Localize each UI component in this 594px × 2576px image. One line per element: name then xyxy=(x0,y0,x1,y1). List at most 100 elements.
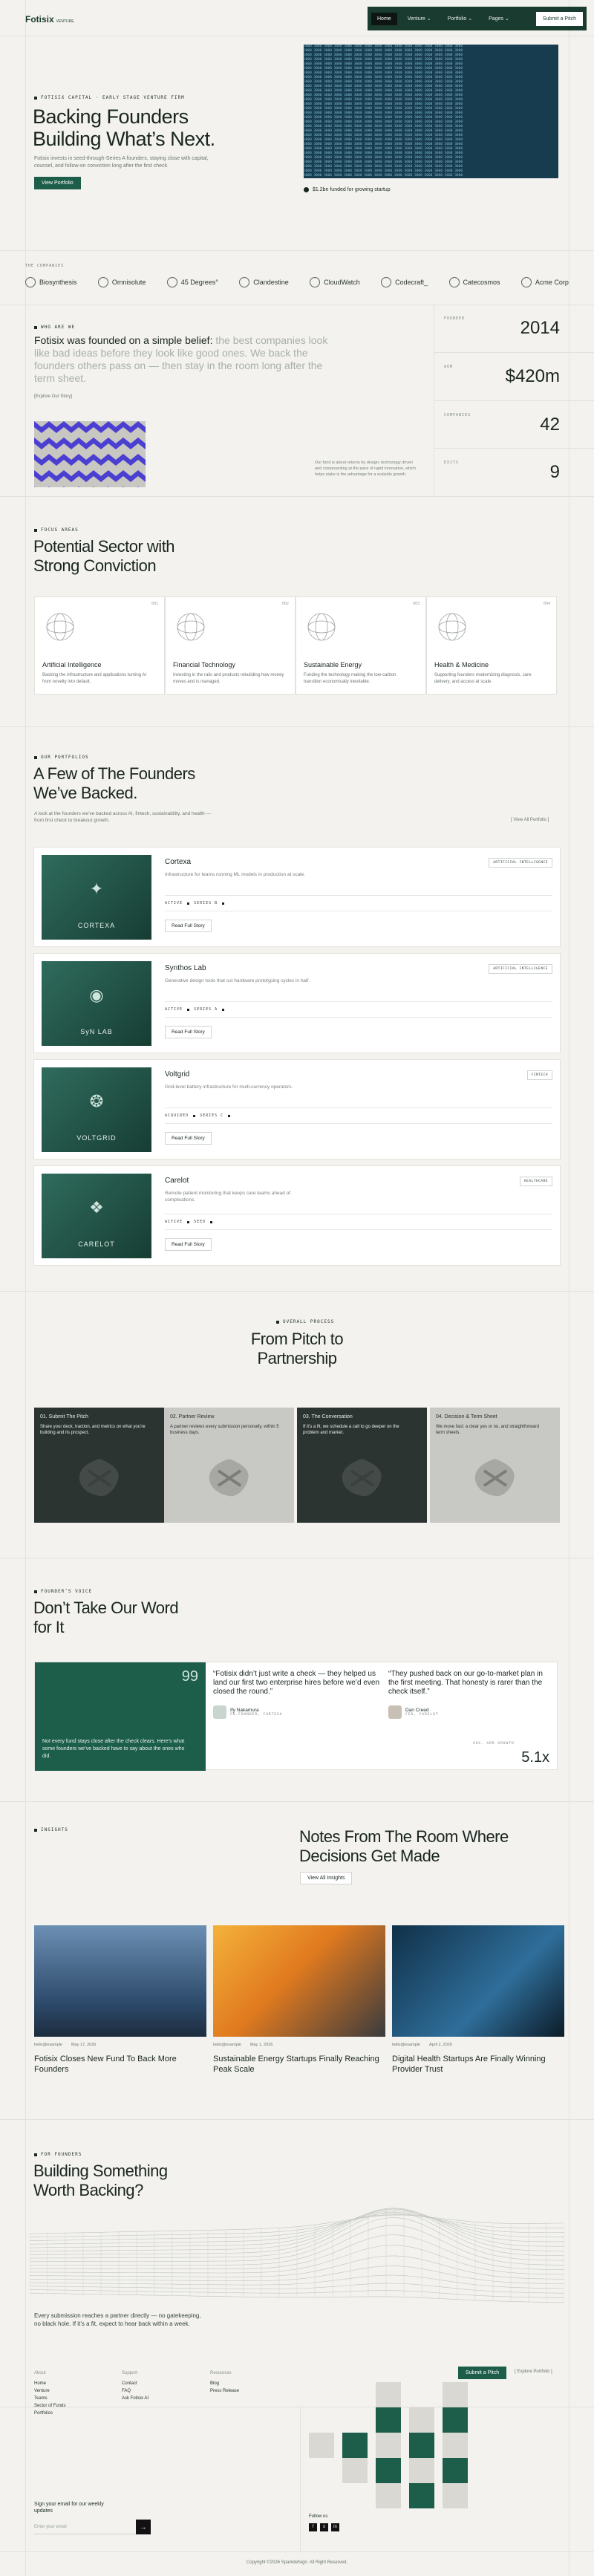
footer-link[interactable]: Blog xyxy=(210,2380,239,2387)
about-side-text: Our fund is about returns by design; tec… xyxy=(315,461,417,477)
company-icon xyxy=(25,277,36,287)
sector-badge: ARTIFICIAL INTELLIGENCE xyxy=(489,964,552,974)
nav-venture[interactable]: Venture ⌄ xyxy=(402,12,437,25)
dot-icon xyxy=(210,1220,213,1223)
about-lead: Fotisix was founded on a simple belief: xyxy=(34,334,213,346)
company-icon xyxy=(520,277,532,287)
company-logo-icon: ◉ xyxy=(89,985,104,1004)
footer-link[interactable]: Home xyxy=(34,2380,65,2387)
footer-link[interactable]: Ask Fotisix AI xyxy=(122,2395,148,2402)
company-icon xyxy=(310,277,321,287)
sculpture-icon xyxy=(336,1456,388,1500)
testimonials-eyebrow: FOUNDER’S VOICE xyxy=(34,1589,92,1594)
divider xyxy=(0,1801,594,1802)
company-logo-icon: ❂ xyxy=(89,1091,104,1110)
read-full-story-button[interactable]: Read Full Story xyxy=(165,1132,212,1145)
view-portfolio-button[interactable]: View Portfolio xyxy=(34,177,81,189)
nav-home[interactable]: Home xyxy=(371,12,397,25)
company-logo-icon: ✦ xyxy=(89,879,104,898)
submit-pitch-button[interactable]: Submit a Pitch xyxy=(535,11,583,26)
sector-card[interactable]: 004 Health & Medicine Supporting founders … xyxy=(426,596,557,695)
mosaic-tile xyxy=(376,2407,401,2433)
cta-submit-pitch-button[interactable]: Submit a Pitch xyxy=(458,2367,507,2379)
portfolio-image: ✦ CORTEXA xyxy=(42,855,151,940)
author-name: Ify Nakamura xyxy=(230,1708,259,1713)
hero-image: 3000 3000 3000 3000 3000 3000 3000 3000 … xyxy=(304,45,558,178)
hero-eyebrow: FOTISIX CAPITAL · EARLY STAGE VENTURE FI… xyxy=(34,95,185,100)
footer-link[interactable]: FAQ xyxy=(122,2387,148,2395)
quote-text: “Fotisix didn’t just write a check — the… xyxy=(213,1670,380,1696)
nav-pages[interactable]: Pages ⌄ xyxy=(483,12,515,25)
explore-portfolio-link[interactable]: [ Explore Portfolio ] xyxy=(515,2370,552,2374)
company-description: Infrastructure for teams running ML mode… xyxy=(165,872,306,877)
sector-card[interactable]: 002 Financial Technology Investing in the … xyxy=(165,596,296,695)
explore-story-link[interactable]: [Explore Our Story] xyxy=(34,394,72,399)
process-eyebrow: OVERALL PROCESS xyxy=(276,1319,334,1324)
company-logo-text: VOLTGRID xyxy=(76,1134,117,1142)
blog-meta: hello@example April 2, 2026 xyxy=(392,2043,564,2047)
blog-post[interactable]: hello@example April 2, 2026 Digital Health… xyxy=(392,1925,564,2075)
company-logo-text: SyN LAB xyxy=(80,1028,113,1035)
view-all-insights-button[interactable]: View All Insights xyxy=(300,1872,353,1884)
sectors-title: Potential Sector with Strong Conviction xyxy=(33,537,175,575)
company-name: CloudWatch xyxy=(324,279,360,286)
step-title: 02. Partner Review xyxy=(170,1414,215,1419)
mosaic-tile xyxy=(443,2433,468,2458)
sector-card[interactable]: 003 Sustainable Energy Funding the technol… xyxy=(296,596,426,695)
portfolio-card[interactable]: ❂ VOLTGRID Voltgrid Grid-level battery infr… xyxy=(33,1059,561,1159)
newsletter-submit-button[interactable]: → xyxy=(136,2520,151,2534)
stat-founded: FOUNDED 2014 xyxy=(434,305,594,353)
stat-value: $420m xyxy=(505,366,560,386)
blog-post[interactable]: hello@example May 1, 2026 Sustainable Ener… xyxy=(213,1925,385,2075)
quote-text: “They pushed back on our go-to-market pl… xyxy=(388,1670,543,1696)
mosaic-tile xyxy=(342,2458,368,2483)
company-logo-icon: ❖ xyxy=(89,1197,104,1217)
mosaic-tile xyxy=(376,2382,401,2407)
brand-logo[interactable]: Fotisix VENTURE xyxy=(25,14,74,25)
blog-title: Sustainable Energy Startups Finally Reac… xyxy=(213,2055,379,2074)
quote-author: Ify Nakamura CO-FOUNDER, CORTEXA xyxy=(213,1705,380,1719)
quote-card: “They pushed back on our go-to-market pl… xyxy=(388,1670,552,1719)
footer-link[interactable]: Portfolios xyxy=(34,2410,65,2417)
footer-link[interactable]: Venture xyxy=(34,2387,65,2395)
portfolio-card[interactable]: ✦ CORTEXA Cortexa Infrastructure for teams … xyxy=(33,847,561,947)
mosaic-tile xyxy=(443,2382,468,2407)
facebook-icon[interactable]: f xyxy=(309,2523,317,2531)
author-role: CEO, CARELOT xyxy=(405,1713,439,1717)
company-meta: ACTIVE SERIES A xyxy=(165,1001,552,1018)
blog-image xyxy=(392,1925,564,2037)
portfolio-card[interactable]: ❖ CARELOT Carelot Remote patient monitoring… xyxy=(33,1165,561,1266)
company-name: Catecosmos xyxy=(463,279,500,286)
about-statement: Fotisix was founded on a simple belief: … xyxy=(34,334,346,385)
testimonial-highlight: 99 Not every fund stays close after the … xyxy=(35,1662,206,1771)
linkedin-icon[interactable]: in xyxy=(331,2523,339,2531)
read-full-story-button[interactable]: Read Full Story xyxy=(165,920,212,932)
portfolio-card[interactable]: ◉ SyN LAB Synthos Lab Generative design too… xyxy=(33,953,561,1053)
blog-post[interactable]: hello@example May 17, 2026 Fotisix Closes … xyxy=(34,1925,206,2075)
company-logo: Omnisolute xyxy=(97,277,146,287)
blog-image xyxy=(34,1925,206,2037)
view-all-portfolio-link[interactable]: [ View All Portfolio ] xyxy=(511,818,549,822)
company-logo: Catecosmos xyxy=(448,277,500,287)
footer-link[interactable]: Sector of Funds xyxy=(34,2402,65,2410)
footer-link[interactable]: Press Release xyxy=(210,2387,239,2395)
company-meta: ACTIVE SEED xyxy=(165,1214,552,1230)
social-links: f x in xyxy=(309,2523,339,2531)
nav-portfolio[interactable]: Portfolio ⌄ xyxy=(442,12,479,25)
read-full-story-button[interactable]: Read Full Story xyxy=(165,1026,212,1038)
company-name: Synthos Lab xyxy=(165,964,206,972)
blog-title: Fotisix Closes New Fund To Back More Fou… xyxy=(34,2055,177,2074)
x-icon[interactable]: x xyxy=(320,2523,328,2531)
step-description: Share your deck, traction, and metrics o… xyxy=(40,1425,146,1435)
footer-link[interactable]: Contact xyxy=(122,2380,148,2387)
sectors-eyebrow: FOCUS AREAS xyxy=(34,527,79,533)
footer-link[interactable]: Teams xyxy=(34,2395,65,2402)
mosaic-tile xyxy=(409,2407,434,2433)
company-description: Remote patient monitoring that keeps car… xyxy=(165,1191,291,1203)
process-step: 01. Submit The Pitch Share your deck, tra… xyxy=(34,1408,164,1523)
email-input[interactable]: Enter your email xyxy=(34,2520,150,2534)
sector-card[interactable]: 001 Artificial Intelligence Backing the in… xyxy=(34,596,165,695)
stat-value: 42 xyxy=(540,414,560,435)
read-full-story-button[interactable]: Read Full Story xyxy=(165,1238,212,1251)
mosaic-tile xyxy=(376,2458,401,2483)
